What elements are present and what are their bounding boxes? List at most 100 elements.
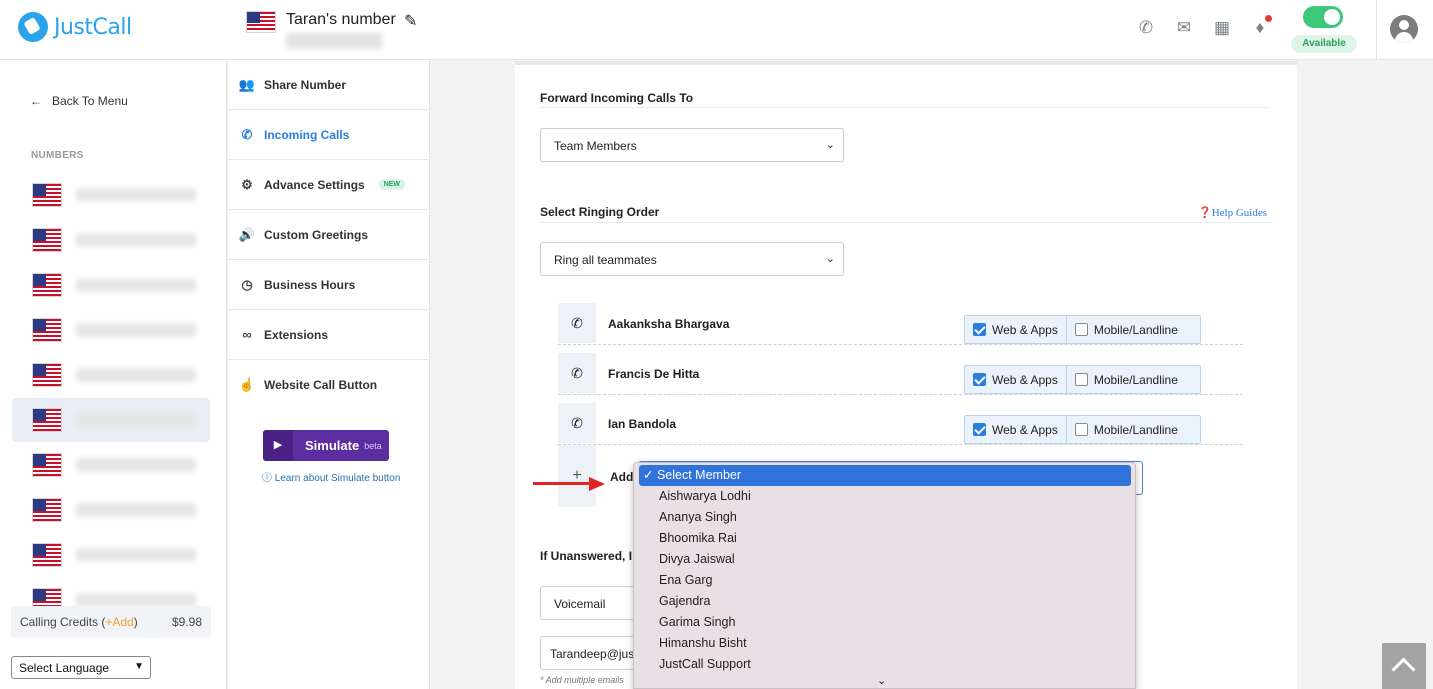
unanswered-title: If Unanswered, I: [540, 549, 633, 563]
dropdown-option[interactable]: Ananya Singh: [639, 507, 1131, 528]
mobile-landline-checkbox[interactable]: [1074, 373, 1088, 386]
mobile-landline-option[interactable]: Mobile/Landline: [1065, 316, 1186, 343]
mobile-landline-option[interactable]: Mobile/Landline: [1065, 366, 1186, 393]
apps-icon[interactable]: ▦: [1212, 18, 1232, 38]
menu-item-extensions[interactable]: ∞ Extensions: [228, 310, 430, 360]
menu-item-share-number[interactable]: 👥 Share Number: [228, 60, 430, 110]
number-item[interactable]: [12, 308, 210, 352]
ring-options: Web & Apps Mobile/Landline: [964, 315, 1201, 344]
menu-item-advance-settings[interactable]: ⚙ Advance Settings NEW: [228, 160, 430, 210]
email-field[interactable]: Tarandeep@jus: [540, 636, 640, 670]
dropdown-option-selected[interactable]: ✓ Select Member: [639, 465, 1131, 486]
unanswered-select[interactable]: Voicemail: [540, 586, 640, 620]
forward-title: Forward Incoming Calls To: [540, 91, 694, 105]
team-member-row: ✆ Ian Bandola Web & Apps Mobile/Landline: [558, 403, 1243, 445]
dropdown-option[interactable]: Himanshu Bisht: [639, 633, 1131, 654]
web-apps-checkbox[interactable]: [973, 323, 986, 336]
us-flag-icon: [32, 228, 62, 252]
member-dropdown-list: ✓ Select Member Aishwarya Lodhi Ananya Sin…: [633, 462, 1136, 689]
user-avatar-icon[interactable]: [1390, 15, 1418, 43]
number-settings-menu: 👥 Share Number ✆ Incoming Calls ⚙ Advance Set…: [228, 60, 430, 689]
phone-number-redacted: [286, 33, 382, 49]
help-guides-link[interactable]: ❓Help Guides: [1198, 206, 1267, 219]
mobile-landline-option[interactable]: Mobile/Landline: [1065, 416, 1186, 443]
dropdown-option[interactable]: Ena Garg: [639, 570, 1131, 591]
chat-icon[interactable]: ✉: [1174, 18, 1194, 38]
number-redacted: [76, 368, 196, 382]
web-apps-option[interactable]: Web & Apps: [965, 366, 1066, 393]
forward-select[interactable]: Team Members ⌄: [540, 128, 844, 162]
number-redacted: [76, 548, 196, 562]
mobile-landline-checkbox[interactable]: [1074, 423, 1088, 436]
ring-options: Web & Apps Mobile/Landline: [964, 365, 1201, 394]
web-apps-checkbox[interactable]: [973, 373, 986, 386]
notification-dot: [1265, 15, 1272, 22]
play-icon: ▶: [263, 430, 293, 461]
us-flag-icon: [32, 273, 62, 297]
phone-icon[interactable]: ✆: [1136, 18, 1156, 38]
credits-label: Calling Credits (+Add): [20, 615, 138, 629]
number-item[interactable]: [12, 443, 210, 487]
number-item[interactable]: [12, 398, 210, 442]
header-actions: ✆ ✉ ▦ ♦: [1136, 15, 1272, 38]
number-redacted: [76, 323, 196, 337]
phone-icon[interactable]: ✆: [558, 303, 596, 343]
number-item[interactable]: [12, 263, 210, 307]
ringing-order-select[interactable]: Ring all teammates ⌄: [540, 242, 844, 276]
dropdown-option[interactable]: Divya Jaiswal: [639, 549, 1131, 570]
menu-item-website-call-button[interactable]: ☝ Website Call Button: [228, 360, 430, 410]
dropdown-option[interactable]: Gajendra: [639, 591, 1131, 612]
web-apps-checkbox[interactable]: [973, 423, 986, 436]
chevron-down-icon: ⌄: [825, 139, 835, 151]
pencil-edit-icon[interactable]: ✎: [404, 11, 417, 31]
phone-icon[interactable]: ✆: [558, 403, 596, 443]
us-flag-icon: [32, 498, 62, 522]
number-item[interactable]: [12, 353, 210, 397]
number-item[interactable]: [12, 488, 210, 532]
dropdown-option[interactable]: JustCall Support: [639, 654, 1131, 675]
mobile-landline-checkbox[interactable]: [1074, 323, 1088, 336]
help-icon: ❓: [1198, 207, 1212, 219]
back-to-menu-link[interactable]: ← Back To Menu: [30, 94, 128, 108]
users-icon: 👥: [238, 76, 256, 92]
number-redacted: [76, 458, 196, 472]
dropdown-option[interactable]: Garima Singh: [639, 612, 1131, 633]
dropdown-option[interactable]: Bhoomika Rai: [639, 528, 1131, 549]
number-redacted: [76, 503, 196, 517]
us-flag-icon: [32, 183, 62, 207]
team-member-row: ✆ Francis De Hitta Web & Apps Mobile/Landli…: [558, 353, 1243, 395]
justcall-logo[interactable]: JustCall: [18, 12, 132, 42]
menu-item-business-hours[interactable]: ◷ Business Hours: [228, 260, 430, 310]
availability-toggle[interactable]: [1303, 6, 1343, 28]
divider: [540, 107, 1270, 108]
divider: [540, 222, 1270, 223]
us-flag-icon: [32, 453, 62, 477]
back-label: Back To Menu: [52, 94, 128, 108]
numbers-heading: NUMBERS: [31, 150, 84, 161]
dropdown-option[interactable]: Aishwarya Lodhi: [639, 486, 1131, 507]
web-apps-option[interactable]: Web & Apps: [965, 416, 1066, 443]
header-divider: [1376, 0, 1377, 60]
brand-name: JustCall: [54, 14, 132, 40]
calling-credits: Calling Credits (+Add) $9.98: [11, 606, 211, 638]
member-name: Ian Bandola: [608, 417, 677, 431]
simulate-help-link[interactable]: ⓘ Learn about Simulate button: [262, 469, 400, 484]
speaker-icon: 🔊: [238, 226, 256, 242]
phone-icon[interactable]: ✆: [558, 353, 596, 393]
chevron-down-icon[interactable]: ⌄: [877, 674, 886, 687]
number-item[interactable]: [12, 533, 210, 577]
number-item[interactable]: [12, 173, 210, 217]
simulate-button[interactable]: ▶ Simulate beta: [263, 430, 389, 461]
web-apps-option[interactable]: Web & Apps: [965, 316, 1066, 343]
chevron-down-icon: ⌄: [825, 253, 835, 265]
add-credits-link[interactable]: +Add: [105, 615, 133, 629]
number-redacted: [76, 413, 196, 427]
number-item[interactable]: [12, 218, 210, 262]
bell-icon[interactable]: ♦: [1250, 15, 1272, 38]
language-select[interactable]: Select Language ▼: [11, 656, 151, 679]
team-member-row: ✆ Aakanksha Bhargava Web & Apps Mobile/Land…: [558, 303, 1243, 345]
scroll-to-top-button[interactable]: [1382, 643, 1426, 689]
menu-item-incoming-calls[interactable]: ✆ Incoming Calls: [228, 110, 430, 160]
menu-item-custom-greetings[interactable]: 🔊 Custom Greetings: [228, 210, 430, 260]
plus-icon[interactable]: +: [558, 445, 596, 507]
